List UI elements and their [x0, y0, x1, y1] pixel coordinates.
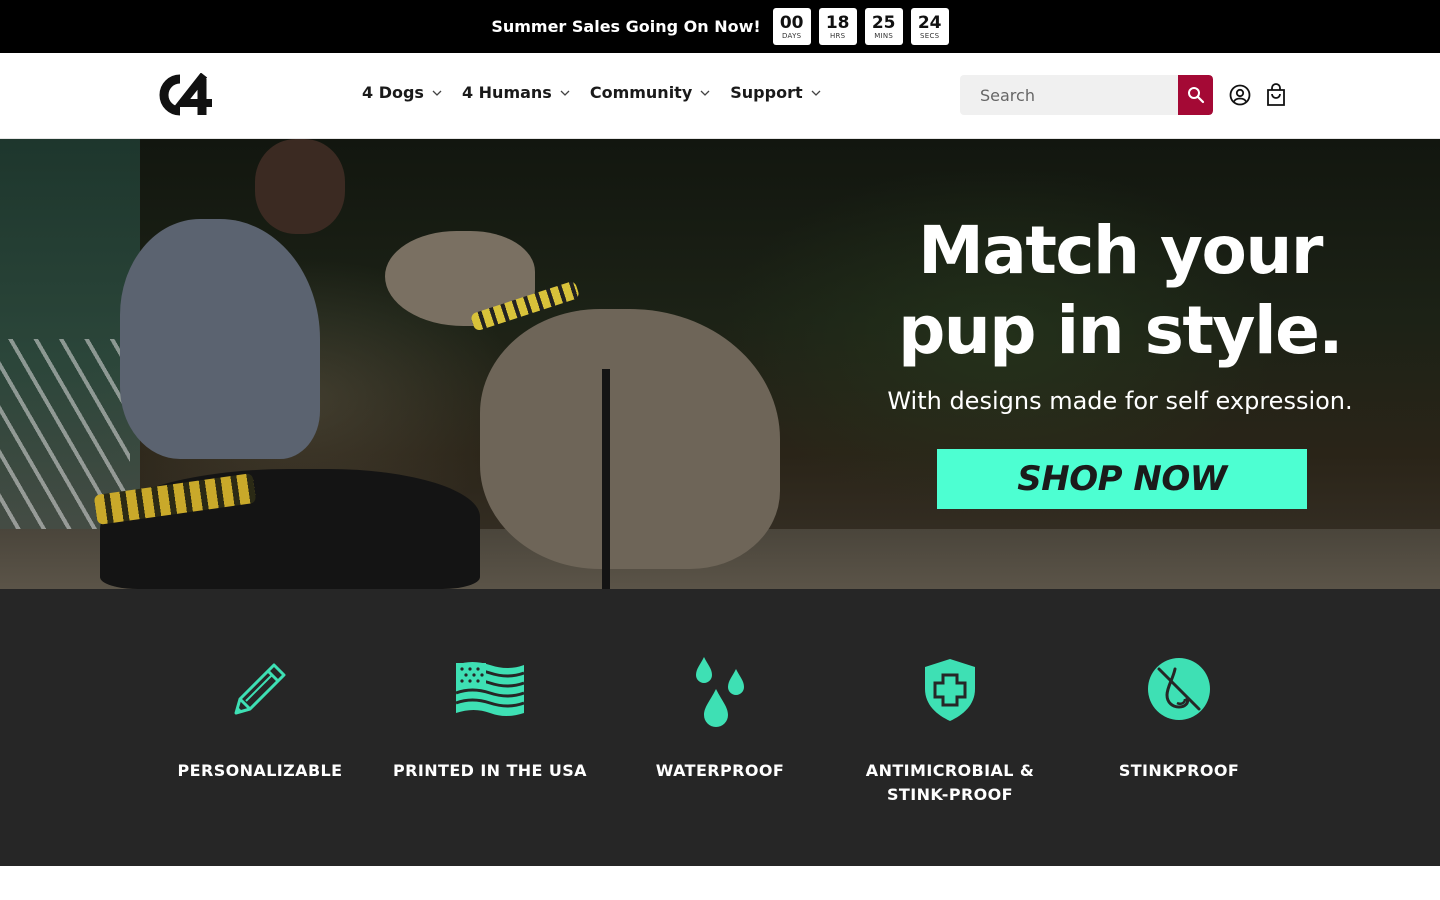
feature-label: ANTIMICROBIAL & STINK-PROOF — [865, 761, 1035, 804]
shop-now-label: SHOP NOW — [1017, 459, 1227, 499]
hero-person — [120, 219, 320, 459]
search-box — [960, 75, 1213, 115]
chevron-down-icon — [700, 90, 710, 96]
hero-headline-line2: pup in style. — [898, 292, 1343, 369]
hero-banner[interactable]: Match your pup in style. With designs ma… — [0, 139, 1440, 589]
chevron-down-icon — [432, 90, 442, 96]
nav-4-dogs[interactable]: 4 Dogs — [362, 83, 442, 102]
no-smell-icon — [1148, 658, 1210, 720]
countdown-seconds: 24 SECS — [910, 8, 949, 45]
us-flag-icon — [455, 662, 525, 716]
countdown-hours: 18 HRS — [818, 8, 857, 45]
countdown-seconds-value: 24 — [917, 12, 942, 33]
hero-headline: Match your pup in style. — [860, 211, 1380, 371]
countdown-days-value: 00 — [779, 12, 804, 33]
hero-dog — [480, 309, 780, 569]
hero-person-head — [255, 139, 345, 234]
countdown-minutes-unit: MINS — [874, 31, 894, 40]
announcement-text: Summer Sales Going On Now! — [491, 17, 761, 36]
main-nav: 4 Dogs 4 Humans Community Support — [362, 83, 821, 102]
nav-support-label: Support — [730, 83, 803, 102]
nav-4-dogs-label: 4 Dogs — [362, 83, 424, 102]
countdown-days: 00 DAYS — [772, 8, 811, 45]
shop-now-button[interactable]: SHOP NOW — [937, 449, 1307, 509]
nav-4-humans-label: 4 Humans — [461, 83, 552, 102]
countdown-days-unit: DAYS — [781, 31, 802, 40]
feature-label: STINKPROOF — [1118, 761, 1240, 780]
hero-headline-line1: Match your — [918, 212, 1323, 289]
site-header: 4 Dogs 4 Humans Community Support — [0, 53, 1440, 139]
nav-4-humans[interactable]: 4 Humans — [462, 83, 570, 102]
countdown-hours-value: 18 — [825, 12, 850, 33]
countdown-seconds-unit: SECS — [919, 31, 940, 40]
features-strip: PERSONALIZABLE PRINTED IN THE USA WATERP… — [0, 589, 1440, 866]
nav-community-label: Community — [589, 83, 693, 102]
announcement-bar: Summer Sales Going On Now! 00 DAYS 18 HR… — [0, 0, 1440, 53]
shield-plus-icon — [925, 659, 975, 721]
search-button[interactable] — [1178, 75, 1213, 115]
feature-label: WATERPROOF — [655, 761, 785, 780]
search-icon — [1187, 87, 1204, 104]
countdown-hours-unit: HRS — [829, 31, 846, 40]
countdown-minutes: 25 MINS — [864, 8, 903, 45]
search-input[interactable] — [960, 75, 1178, 115]
chevron-down-icon — [560, 90, 570, 96]
countdown-minutes-value: 25 — [871, 12, 896, 33]
nav-community[interactable]: Community — [590, 83, 710, 102]
feature-label: PERSONALIZABLE — [177, 761, 343, 780]
account-icon[interactable] — [1229, 84, 1251, 106]
c4-logo[interactable] — [152, 73, 220, 117]
hero-leash — [602, 369, 610, 589]
water-drops-icon — [696, 657, 744, 727]
nav-support[interactable]: Support — [730, 83, 821, 102]
hero-subheadline: With designs made for self expression. — [887, 387, 1353, 415]
feature-label: PRINTED IN THE USA — [393, 761, 587, 780]
chevron-down-icon — [811, 90, 821, 96]
cart-icon[interactable] — [1265, 83, 1287, 107]
pencil-icon — [234, 663, 286, 715]
